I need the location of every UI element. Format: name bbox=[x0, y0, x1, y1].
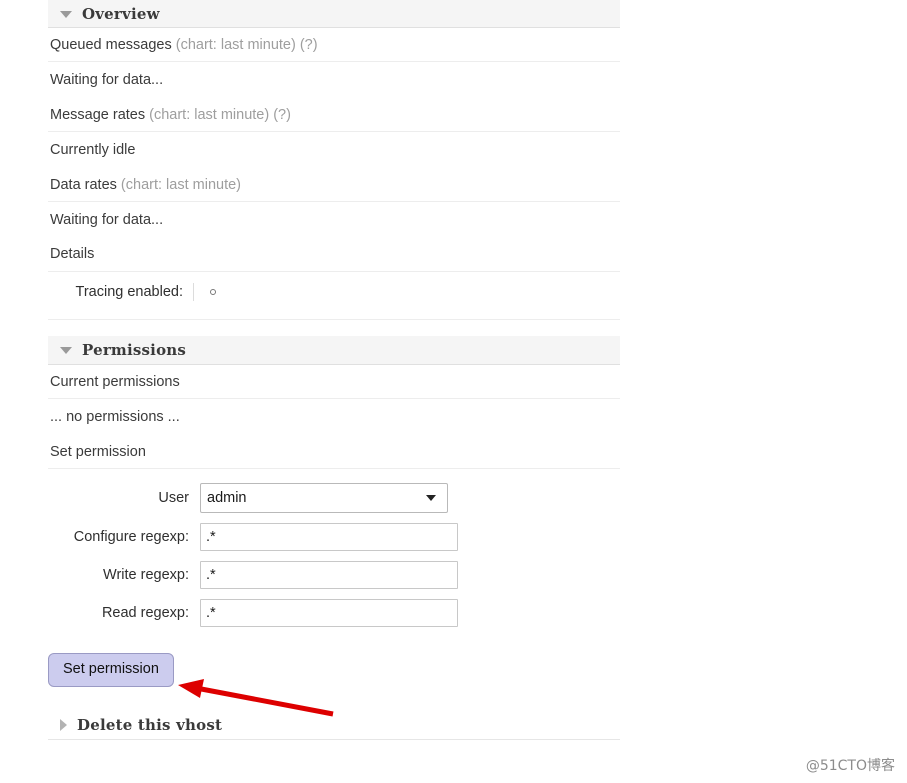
row-details-label: Details bbox=[50, 246, 95, 263]
row-message-rates-status: Currently idle bbox=[48, 132, 620, 167]
row-set-permission: Set permission bbox=[48, 435, 620, 470]
section-header-delete-vhost[interactable]: Delete this vhost bbox=[48, 710, 620, 740]
row-current-permissions: Current permissions bbox=[48, 365, 620, 400]
row-data-rates-label: Data rates bbox=[50, 176, 117, 193]
row-data-rates-status-label: Waiting for data... bbox=[50, 211, 164, 228]
row-data-rates-status: Waiting for data... bbox=[48, 202, 620, 237]
row-details: Details bbox=[48, 237, 620, 272]
row-message-rates-label: Message rates bbox=[50, 106, 146, 123]
section-header-permissions[interactable]: Permissions bbox=[48, 335, 620, 365]
row-data-rates: Data rates (chart: last minute) bbox=[48, 168, 620, 202]
row-queued-messages-status: Waiting for data... bbox=[48, 62, 620, 97]
triangle-down-icon bbox=[60, 347, 72, 355]
user-label: User bbox=[158, 490, 189, 507]
set-permission-button-wrap: Set permission bbox=[48, 637, 620, 687]
row-queued-messages-status-label: Waiting for data... bbox=[50, 72, 164, 89]
read-regexp-label: Read regexp: bbox=[101, 605, 189, 622]
row-set-permission-label: Set permission bbox=[50, 443, 146, 460]
user-select[interactable]: admin bbox=[200, 483, 448, 514]
tracing-enabled-label: Tracing enabled: bbox=[75, 283, 183, 300]
row-no-permissions: ... no permissions ... bbox=[48, 399, 620, 434]
write-regexp-label: Write regexp: bbox=[103, 567, 189, 584]
set-permission-button[interactable]: Set permission bbox=[48, 653, 174, 687]
small-circle-icon bbox=[210, 288, 216, 295]
configure-regexp-input[interactable] bbox=[200, 523, 458, 552]
user-select-wrap: admin bbox=[200, 483, 448, 514]
row-current-permissions-label: Current permissions bbox=[50, 373, 180, 390]
row-queued-messages-hint[interactable]: (chart: last minute) (?) bbox=[172, 37, 318, 53]
row-message-rates-status-label: Currently idle bbox=[50, 142, 136, 159]
set-permission-form: User admin Configure regexp: Write regex… bbox=[48, 469, 620, 687]
write-regexp-input[interactable] bbox=[200, 561, 458, 590]
row-no-permissions-label: ... no permissions ... bbox=[50, 409, 180, 426]
triangle-down-icon bbox=[60, 11, 72, 18]
row-message-rates: Message rates (chart: last minute) (?) bbox=[48, 98, 620, 133]
section-title-overview: Overview bbox=[82, 4, 160, 23]
section-title-delete-vhost: Delete this vhost bbox=[77, 715, 223, 734]
form-row-read-regexp: Read regexp: bbox=[48, 599, 620, 628]
row-queued-messages: Queued messages (chart: last minute) (?) bbox=[48, 28, 620, 63]
watermark: @51CTO博客 bbox=[805, 758, 895, 774]
row-data-rates-hint[interactable]: (chart: last minute) bbox=[117, 177, 241, 193]
section-header-overview[interactable]: Overview bbox=[48, 0, 620, 28]
section-title-permissions: Permissions bbox=[82, 340, 187, 359]
form-row-user: User admin bbox=[48, 483, 620, 514]
tracing-enabled-value bbox=[194, 283, 216, 300]
read-regexp-input[interactable] bbox=[200, 599, 458, 628]
row-queued-messages-label: Queued messages bbox=[50, 37, 172, 53]
details-table: Tracing enabled: bbox=[48, 272, 620, 320]
row-message-rates-hint[interactable]: (chart: last minute) (?) bbox=[145, 107, 291, 123]
page-root: Overview Queued messages (chart: last mi… bbox=[0, 0, 907, 783]
form-row-write-regexp: Write regexp: bbox=[48, 561, 620, 590]
main-content: Overview Queued messages (chart: last mi… bbox=[48, 0, 620, 740]
triangle-right-icon bbox=[60, 718, 67, 731]
configure-regexp-label: Configure regexp: bbox=[73, 529, 189, 546]
form-row-configure-regexp: Configure regexp: bbox=[48, 523, 620, 552]
